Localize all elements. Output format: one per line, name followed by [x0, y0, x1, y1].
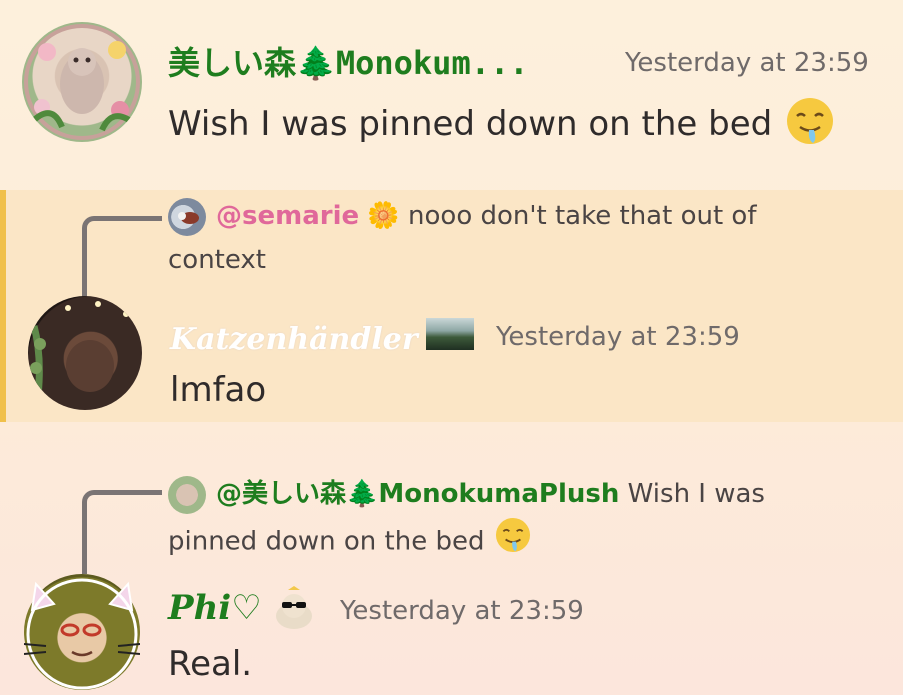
username[interactable]: 美しい森🌲Monokum... [168, 38, 529, 84]
reply-connector [82, 490, 162, 574]
message-1: 美しい森🌲Monokum... Yesterday at 23:59 Wish … [0, 0, 903, 190]
drooling-face-icon [493, 516, 533, 568]
message-text: Real. [168, 644, 253, 684]
avatar-image-icon [30, 301, 129, 397]
username[interactable]: Katzenhändler [170, 322, 418, 357]
timestamp: Yesterday at 23:59 [340, 596, 584, 626]
reply-text-line2: pinned down on the bed [168, 526, 485, 557]
message-text: Wish I was pinned down on the bed [168, 96, 837, 155]
avatar-image-icon [24, 24, 140, 140]
timestamp: Yesterday at 23:59 [625, 48, 869, 78]
reply-mention[interactable]: @semarie [216, 201, 359, 231]
flower-badge-icon: 🌼 [367, 201, 400, 231]
timestamp: Yesterday at 23:59 [496, 322, 740, 352]
message-2: @semarie 🌼 nooo don't take that out of c… [0, 190, 903, 422]
reply-text-line2: context [168, 245, 266, 275]
message-content: Wish I was pinned down on the bed [168, 104, 773, 144]
reply-mention[interactable]: @美しい森🌲MonokumaPlush [216, 479, 619, 509]
reply-avatar [168, 475, 206, 514]
reply-text-line1: Wish I was [627, 479, 765, 509]
message-text: lmfao [170, 370, 267, 410]
landscape-badge-icon [426, 318, 474, 350]
reply-avatar [168, 197, 206, 236]
reply-connector [82, 216, 162, 300]
avatar[interactable] [22, 22, 142, 142]
avatar-image-icon [23, 578, 141, 690]
message-3: @美しい森🌲MonokumaPlush Wish I was pinned do… [0, 422, 903, 695]
avatar[interactable] [23, 574, 141, 690]
reply-text-line1: nooo don't take that out of [408, 201, 757, 231]
avatar[interactable] [28, 296, 142, 410]
username[interactable]: Phi♡ [168, 588, 262, 628]
reply-avatar-image-icon [178, 211, 199, 224]
reply-preview[interactable]: @semarie 🌼 nooo don't take that out of c… [168, 194, 818, 282]
sunglasses-cat-badge-icon [270, 586, 318, 630]
reply-preview[interactable]: @美しい森🌲MonokumaPlush Wish I was pinned do… [168, 472, 868, 568]
drooling-face-icon [783, 96, 837, 155]
